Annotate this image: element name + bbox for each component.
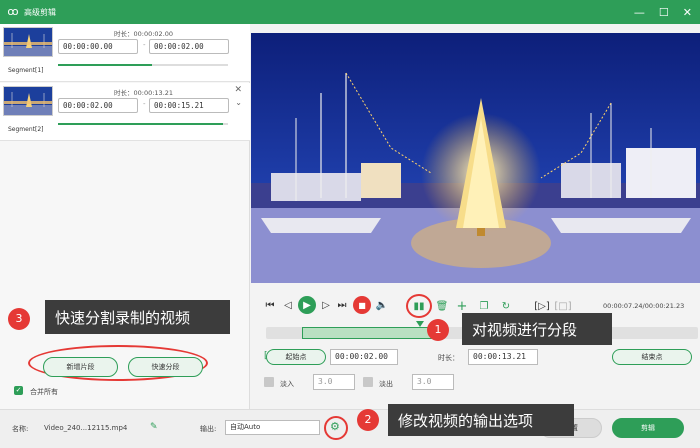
next-frame-icon[interactable]: ⏭ bbox=[336, 299, 348, 311]
output-label: 输出: bbox=[200, 425, 217, 433]
set-end-button[interactable]: 结束点 bbox=[612, 349, 692, 365]
callout-2: 修改视频的输出选项 bbox=[388, 404, 574, 436]
segment-end-field[interactable]: 00:00:15.21 bbox=[149, 98, 229, 113]
volume-icon[interactable]: 🔈 bbox=[376, 299, 388, 311]
segment-label: Segment[2] bbox=[8, 126, 44, 133]
callout-3: 快速分割录制的视频 bbox=[45, 300, 230, 334]
close-icon[interactable]: ✕ bbox=[683, 6, 692, 19]
segment-progress bbox=[58, 123, 228, 125]
delete-icon[interactable]: 🗑 bbox=[436, 300, 449, 312]
stop-icon[interactable]: ■ bbox=[353, 296, 371, 314]
minimize-icon[interactable]: — bbox=[634, 6, 645, 19]
segment-thumbnail bbox=[3, 86, 53, 116]
segment-start-field[interactable]: 00:00:00.00 bbox=[58, 39, 138, 54]
chevron-down-icon[interactable]: ⌄ bbox=[235, 98, 242, 107]
segment-duration: 时长：00:00:02.00 bbox=[114, 30, 174, 38]
fade-out-checkbox[interactable] bbox=[363, 377, 373, 387]
callout-2-number: 2 bbox=[357, 409, 379, 431]
fade-in-field[interactable]: 3.0 bbox=[313, 374, 355, 390]
title-bar: ꝏ 高级剪辑 — ☐ ✕ bbox=[0, 0, 700, 24]
segment-panel: Segment[1] 时长：00:00:02.00 00:00:00.00 - … bbox=[0, 24, 250, 409]
range-separator: - bbox=[143, 41, 146, 49]
bottom-bar: 名称: Video_240...12115.mp4 ✎ 输出: 自动Auto ⚙… bbox=[0, 409, 700, 448]
playhead-marker[interactable] bbox=[416, 321, 424, 327]
set-start-button[interactable]: 起始点 bbox=[266, 349, 326, 365]
gear-icon[interactable]: ⚙ bbox=[330, 420, 340, 433]
time-readout: 00:00:07.24/00:00:21.23 bbox=[603, 302, 685, 310]
file-name: Video_240...12115.mp4 bbox=[44, 424, 128, 432]
merge-all-checkbox[interactable]: ✓ bbox=[14, 386, 23, 395]
new-segment-button[interactable]: 新增片段 bbox=[43, 357, 118, 377]
play-icon[interactable]: ▶ bbox=[298, 296, 316, 314]
close-icon[interactable]: ✕ bbox=[234, 85, 242, 95]
main-area: Segment[1] 时长：00:00:02.00 00:00:00.00 - … bbox=[0, 24, 700, 448]
segment-thumbnail bbox=[3, 27, 53, 57]
name-label: 名称: bbox=[12, 425, 29, 433]
add-icon[interactable]: + bbox=[456, 299, 468, 314]
split-icon[interactable]: ▮▮ bbox=[413, 300, 425, 312]
segment-item[interactable]: Segment[2] 时长：00:00:13.21 00:00:02.00 - … bbox=[0, 83, 250, 141]
prev-frame-icon[interactable]: ⏮ bbox=[264, 299, 276, 311]
callout-3-number: 3 bbox=[8, 308, 30, 330]
merge-all-label: 合并所有 bbox=[30, 388, 58, 396]
cut-button[interactable]: 剪辑 bbox=[612, 418, 684, 438]
segment-item[interactable]: Segment[1] 时长：00:00:02.00 00:00:00.00 - … bbox=[0, 24, 250, 82]
rotate-icon[interactable]: ↻ bbox=[500, 300, 512, 312]
step-forward-icon[interactable]: ▷ bbox=[320, 299, 332, 311]
segment-label: Segment[1] bbox=[8, 67, 44, 74]
start-time-field[interactable]: 00:00:02.00 bbox=[330, 349, 398, 365]
edit-icon[interactable]: ✎ bbox=[150, 422, 158, 432]
copy-icon[interactable]: ❐ bbox=[478, 300, 490, 312]
callout-1: 对视频进行分段 bbox=[462, 313, 612, 345]
fade-out-label: 淡出 bbox=[379, 380, 393, 388]
output-select[interactable]: 自动Auto bbox=[225, 420, 320, 435]
callout-1-number: 1 bbox=[427, 319, 449, 341]
quick-split-button[interactable]: 快速分段 bbox=[128, 357, 203, 377]
app-logo-icon: ꝏ bbox=[7, 5, 19, 18]
segment-end-field[interactable]: 00:00:02.00 bbox=[149, 39, 229, 54]
segment-progress bbox=[58, 64, 228, 66]
duration-label: 时长： bbox=[438, 354, 459, 362]
range-separator: - bbox=[143, 100, 146, 108]
segment-start-field[interactable]: 00:00:02.00 bbox=[58, 98, 138, 113]
fade-in-label: 淡入 bbox=[280, 380, 294, 388]
maximize-icon[interactable]: ☐ bbox=[659, 6, 669, 19]
window-title: 高级剪辑 bbox=[24, 7, 56, 17]
segment-duration: 时长：00:00:13.21 bbox=[114, 89, 174, 97]
video-preview[interactable] bbox=[251, 33, 700, 283]
timeline-selection[interactable] bbox=[302, 327, 432, 339]
mark-in-icon[interactable]: [▷] bbox=[534, 300, 550, 312]
step-back-icon[interactable]: ◁ bbox=[282, 299, 294, 311]
fade-out-field[interactable]: 3.0 bbox=[412, 374, 454, 390]
duration-field[interactable]: 00:00:13.21 bbox=[468, 349, 538, 365]
window-controls: — ☐ ✕ bbox=[634, 0, 692, 24]
fade-in-checkbox[interactable] bbox=[264, 377, 274, 387]
mark-out-icon[interactable]: [□] bbox=[554, 300, 571, 312]
